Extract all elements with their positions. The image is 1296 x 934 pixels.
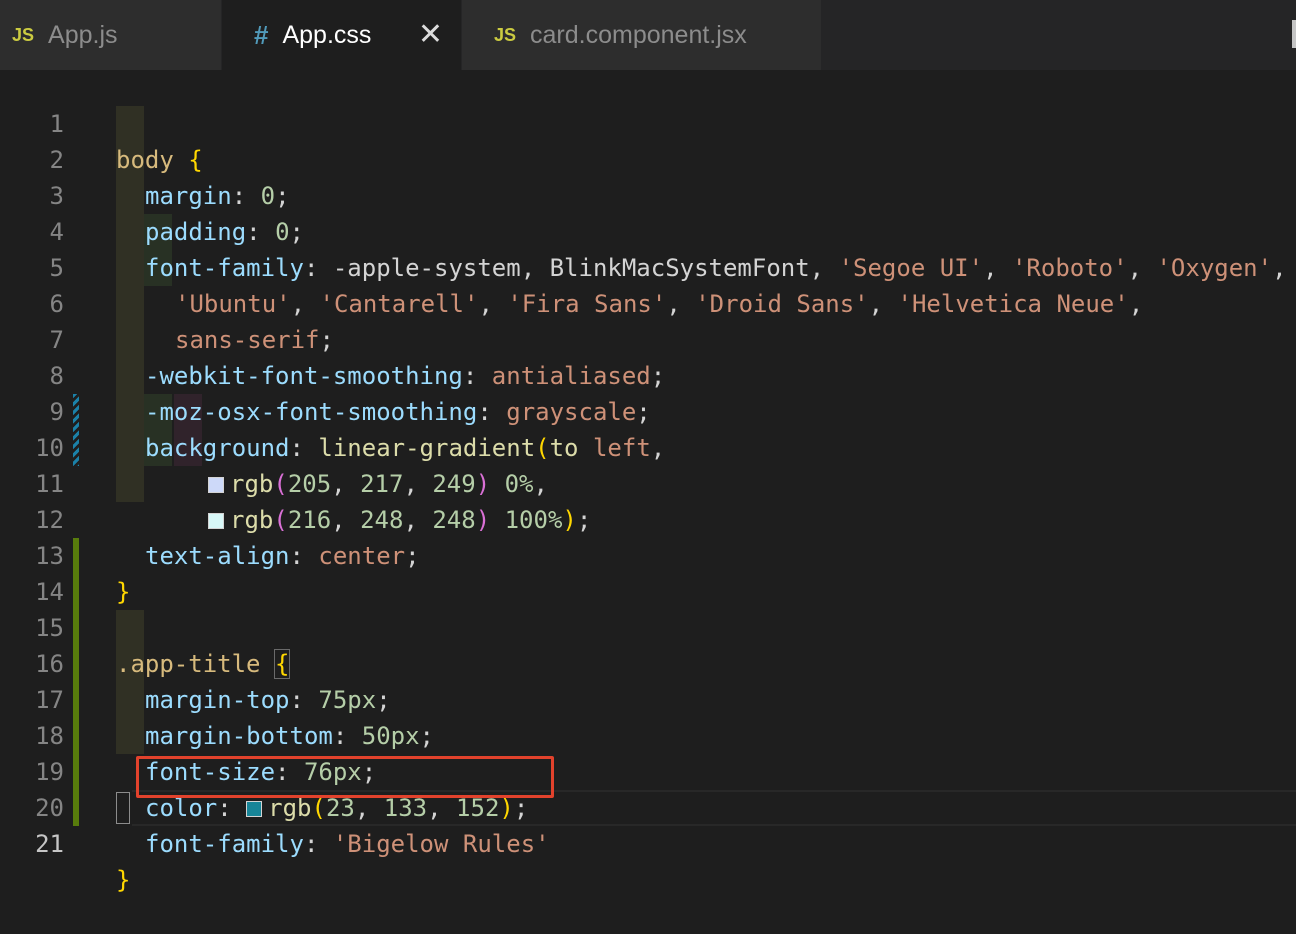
code-line: 6 sans-serif;	[0, 250, 1296, 354]
js-file-icon: JS	[494, 24, 517, 45]
code-line: 4 font-family: -apple-system, BlinkMacSy…	[0, 178, 1296, 282]
tab-label: App.css	[282, 20, 372, 49]
code-line: 8 -moz-osx-font-smoothing: grayscale;	[0, 322, 1296, 426]
code-line: 19 color: rgb(23, 133, 152);	[0, 718, 1296, 822]
css-file-icon: #	[254, 19, 269, 50]
code-line: 1 body {	[0, 70, 1296, 174]
tab-bar: JS App.js # App.css ✕ JS card.component.…	[0, 0, 1296, 70]
code-line: 15 .app-title {	[0, 574, 1296, 679]
annotation-highlight-box	[136, 756, 554, 798]
line-number: 21	[35, 830, 64, 858]
tab-label: App.js	[48, 20, 118, 49]
tab-card-component-jsx[interactable]: JS card.component.jsx	[462, 0, 822, 70]
code-line: 12 text-align: center;	[0, 466, 1296, 570]
tab-overflow-edge	[1292, 20, 1296, 48]
code-line: 3 padding: 0;	[0, 142, 1296, 246]
tab-app-css[interactable]: # App.css ✕	[222, 0, 462, 70]
tab-label: card.component.jsx	[530, 20, 747, 49]
code-line: 5 'Ubuntu', 'Cantarell', 'Fira Sans', 'D…	[0, 214, 1296, 318]
code-line: 16 margin-top: 75px;	[0, 610, 1296, 714]
js-file-icon: JS	[12, 24, 35, 45]
code-line: 2 margin: 0;	[0, 106, 1296, 210]
code-line: 9 background: linear-gradient(to left,	[0, 358, 1296, 462]
code-line: 11 rgb(216, 248, 248) 100%);	[0, 430, 1296, 534]
code-line: 14	[0, 538, 1296, 606]
code-editor[interactable]: 1 body { 2 margin: 0; 3 padding: 0; 4 fo…	[0, 70, 1296, 894]
code-line: 13 }	[0, 502, 1296, 606]
text-cursor	[116, 792, 130, 824]
tab-app-js[interactable]: JS App.js	[0, 0, 222, 70]
code-line: 7 -webkit-font-smoothing: antialiased;	[0, 286, 1296, 390]
close-icon[interactable]: ✕	[418, 20, 443, 50]
code-line: 17 margin-bottom: 50px;	[0, 646, 1296, 750]
code-line: 18 font-size: 76px;	[0, 682, 1296, 786]
code-line: 10 rgb(205, 217, 249) 0%,	[0, 394, 1296, 498]
